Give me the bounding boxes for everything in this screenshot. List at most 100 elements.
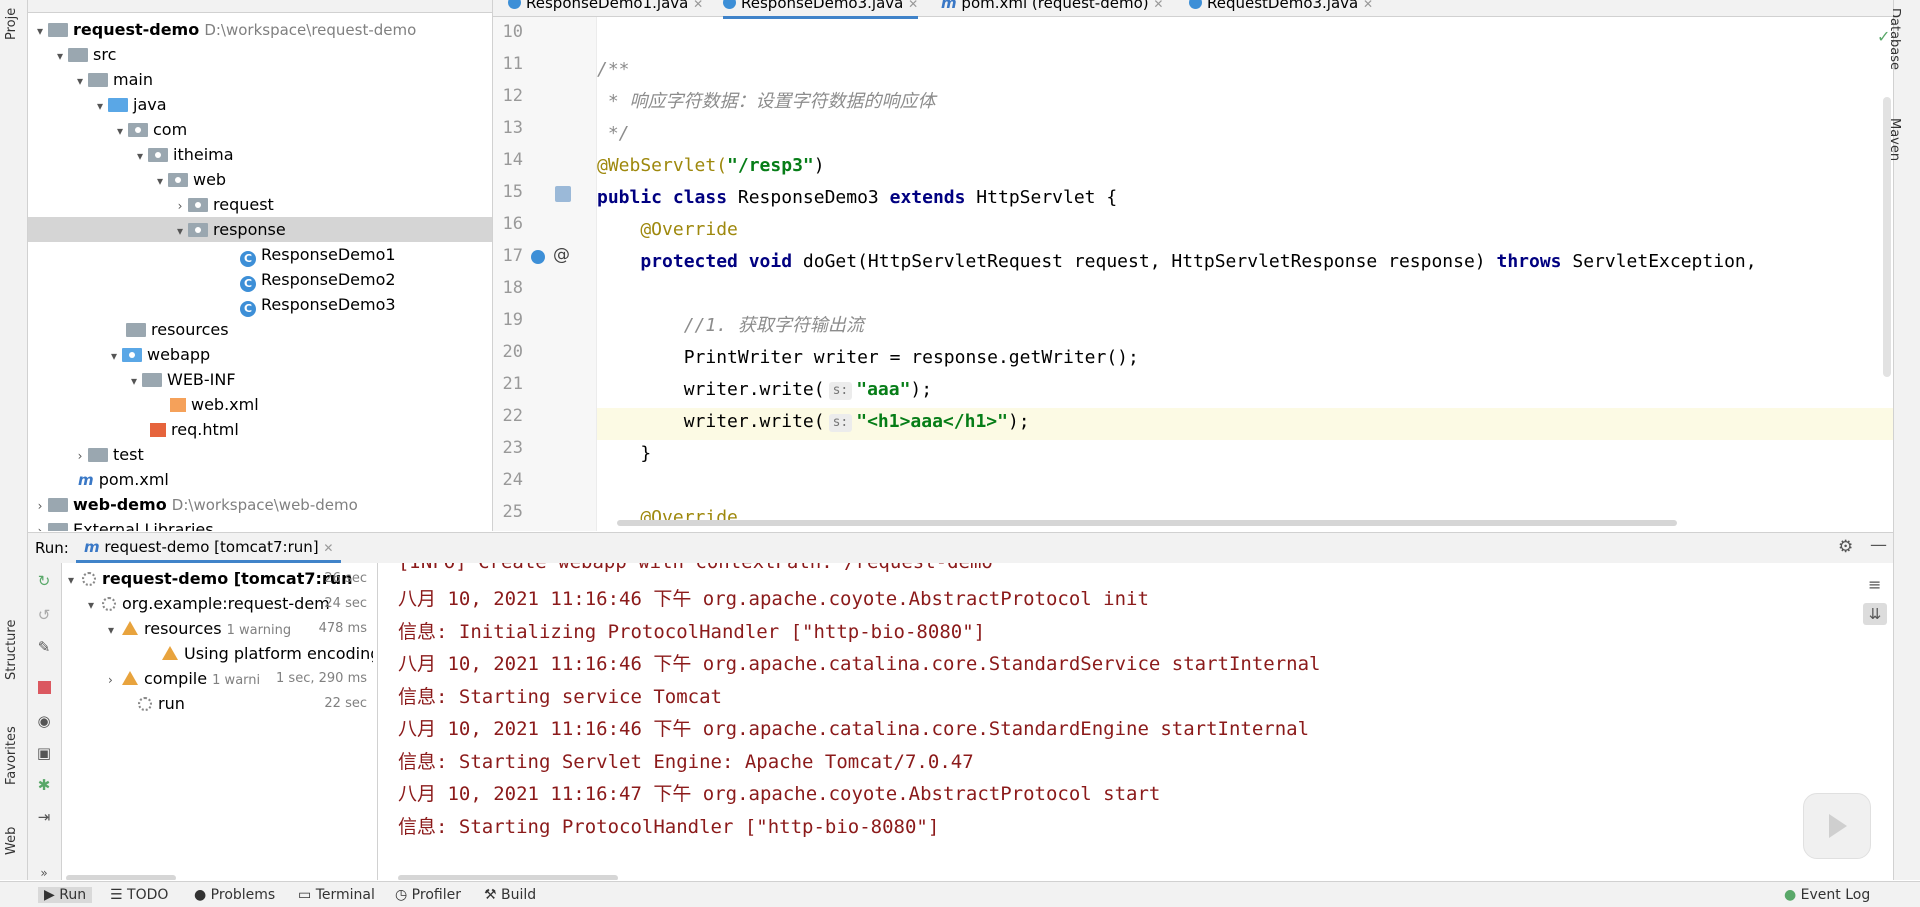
run-tree-horizontal-scrollbar[interactable]	[66, 875, 176, 880]
wrench-icon[interactable]: ✎	[36, 639, 52, 655]
run-tree-item-resources[interactable]: ▾ resources 1 warning 478 ms	[108, 616, 373, 641]
tree-item-req-html[interactable]: req.html	[150, 417, 239, 442]
tree-item-web-xml[interactable]: web.xml	[170, 392, 259, 417]
minimize-icon[interactable]: —	[1870, 535, 1887, 555]
chevron-down-icon[interactable]: ▾	[112, 119, 128, 144]
run-tree-item-run[interactable]: run 22 sec	[138, 691, 373, 716]
close-icon[interactable]: ✕	[1363, 0, 1373, 11]
tree-item-java[interactable]: ▾ java	[92, 92, 167, 117]
tree-item-responsedemo1[interactable]: C ResponseDemo1	[240, 242, 396, 267]
bottom-tab-build[interactable]: ⚒ Build	[484, 887, 536, 903]
chevron-down-icon[interactable]: ▾	[106, 344, 122, 369]
code-editor[interactable]: /** * 响应字符数据：设置字符数据的响应体 */ @WebServlet("…	[597, 17, 1893, 531]
console-horizontal-scrollbar[interactable]	[398, 875, 618, 880]
tab-requestdemo3[interactable]: RequestDemo3.java ✕	[1189, 0, 1373, 16]
folder-icon	[142, 373, 162, 387]
eye-icon[interactable]: ◉	[36, 713, 52, 729]
tree-item-responsedemo3[interactable]: C ResponseDemo3	[240, 292, 396, 317]
chevron-down-icon[interactable]: ▾	[108, 618, 122, 643]
chevron-down-icon[interactable]: ▾	[152, 169, 168, 194]
structure-tool-label[interactable]: Structure	[4, 620, 19, 680]
chevron-right-icon[interactable]: ›	[72, 444, 88, 469]
camera-icon[interactable]: ▣	[36, 745, 52, 761]
editor-horizontal-scrollbar[interactable]	[617, 520, 1677, 526]
chevron-down-icon[interactable]: ▾	[72, 69, 88, 94]
code-line-20: PrintWriter writer = response.getWriter(…	[597, 347, 1139, 368]
tree-item-web-demo[interactable]: › web-demo D:\workspace\web-demo	[32, 492, 358, 517]
tree-item-response[interactable]: ▾ response	[28, 217, 492, 242]
run-tree-item-org-example[interactable]: ▾ org.example:request-dem 24 sec	[88, 591, 373, 616]
chevron-down-icon[interactable]: ▾	[88, 593, 102, 618]
servlet-gutter-icon[interactable]	[555, 186, 571, 202]
scroll-to-end-icon[interactable]: ⇊	[1863, 603, 1887, 625]
run-icon: ▶	[44, 887, 55, 903]
debug-icon[interactable]: ✱	[36, 777, 52, 793]
tree-item-web-inf[interactable]: ▾ WEB-INF	[126, 367, 236, 392]
line-number: 20	[502, 342, 523, 362]
more-icon[interactable]: »	[36, 865, 52, 881]
bottom-tab-profiler[interactable]: ◷ Profiler	[395, 887, 461, 903]
package-icon	[188, 198, 208, 212]
tree-item-main[interactable]: ▾ main	[72, 67, 153, 92]
run-tree-item-encoding-warning[interactable]: Using platform encoding (	[162, 641, 373, 666]
project-tool-label[interactable]: Proje	[4, 8, 19, 40]
chevron-right-icon[interactable]: ›	[108, 668, 122, 693]
tree-item-test[interactable]: › test	[72, 442, 144, 467]
bottom-tab-run[interactable]: ▶ Run	[38, 887, 93, 903]
stop-icon[interactable]	[37, 681, 51, 694]
gear-icon[interactable]: ⚙	[1838, 537, 1853, 557]
tree-item-pom-xml[interactable]: m pom.xml	[78, 467, 169, 492]
play-icon	[1829, 814, 1847, 838]
tree-item-request[interactable]: › request	[172, 192, 274, 217]
folder-icon	[88, 448, 108, 462]
chevron-right-icon[interactable]: ›	[172, 194, 188, 219]
close-icon[interactable]: ✕	[1153, 0, 1163, 11]
bottom-tab-problems[interactable]: ● Problems	[194, 887, 275, 903]
tree-item-resources[interactable]: resources	[126, 317, 229, 342]
tree-item-web[interactable]: ▾ web	[152, 167, 226, 192]
exit-icon[interactable]: ⇥	[36, 809, 52, 825]
tree-item-itheima[interactable]: ▾ itheima	[132, 142, 234, 167]
close-icon[interactable]: ✕	[323, 541, 333, 555]
run-tab[interactable]: m request-demo [tomcat7:run] ✕	[76, 533, 342, 563]
console-line: 信息: Starting Servlet Engine: Apache Tomc…	[398, 751, 974, 773]
chevron-down-icon[interactable]: ▾	[126, 369, 142, 394]
xml-file-icon	[170, 398, 186, 412]
web-tool-label[interactable]: Web	[4, 827, 19, 855]
console-output[interactable]: [INFO] Create webapp with contextPath: /…	[378, 563, 1893, 880]
bottom-tab-terminal[interactable]: ▭ Terminal	[298, 887, 375, 903]
rerun-failed-icon[interactable]: ↺	[36, 607, 52, 623]
override-gutter-icon[interactable]	[531, 250, 545, 264]
tree-item-webapp[interactable]: ▾ webapp	[106, 342, 210, 367]
overlay-play-button[interactable]	[1803, 793, 1871, 859]
tree-item-request-demo[interactable]: ▾ request-demo D:\workspace\request-demo	[32, 17, 416, 42]
chevron-down-icon[interactable]: ▾	[52, 44, 68, 69]
chevron-down-icon[interactable]: ▾	[132, 144, 148, 169]
tree-item-com[interactable]: ▾ com	[112, 117, 187, 142]
tab-responsedemo1[interactable]: ResponseDemo1.java ✕	[508, 0, 703, 16]
tree-item-external-libraries[interactable]: › External Libraries	[32, 517, 214, 531]
chevron-down-icon[interactable]: ▾	[32, 19, 48, 44]
tree-item-responsedemo2[interactable]: C ResponseDemo2	[240, 267, 396, 292]
event-log-button[interactable]: ● Event Log	[1784, 887, 1870, 903]
chevron-right-icon[interactable]: ›	[32, 494, 48, 519]
code-line-13: */	[597, 123, 630, 144]
chevron-down-icon[interactable]: ▾	[68, 568, 82, 593]
line-number: 21	[502, 374, 523, 394]
tree-item-src[interactable]: ▾ src	[52, 42, 116, 67]
tab-pom-xml[interactable]: m pom.xml (request-demo) ✕	[941, 0, 1163, 16]
run-tree-item-compile[interactable]: › compile 1 warni 1 sec, 290 ms	[108, 666, 373, 691]
profiler-icon: ◷	[395, 887, 408, 903]
chevron-down-icon[interactable]: ▾	[92, 94, 108, 119]
favorites-tool-label[interactable]: Favorites	[4, 726, 19, 785]
run-tree-item-root[interactable]: ▾ request-demo [tomcat7:run 26 sec	[68, 566, 373, 591]
html-file-icon	[150, 423, 166, 437]
close-icon[interactable]: ✕	[908, 0, 918, 11]
editor-vertical-scrollbar[interactable]	[1883, 97, 1891, 377]
bottom-tab-todo[interactable]: ☰ TODO	[110, 887, 168, 903]
chevron-right-icon[interactable]: ›	[32, 519, 48, 531]
close-icon[interactable]: ✕	[693, 0, 703, 11]
chevron-down-icon[interactable]: ▾	[172, 219, 188, 244]
rerun-icon[interactable]: ↻	[36, 573, 52, 589]
soft-wrap-icon[interactable]: ≡	[1868, 575, 1881, 594]
